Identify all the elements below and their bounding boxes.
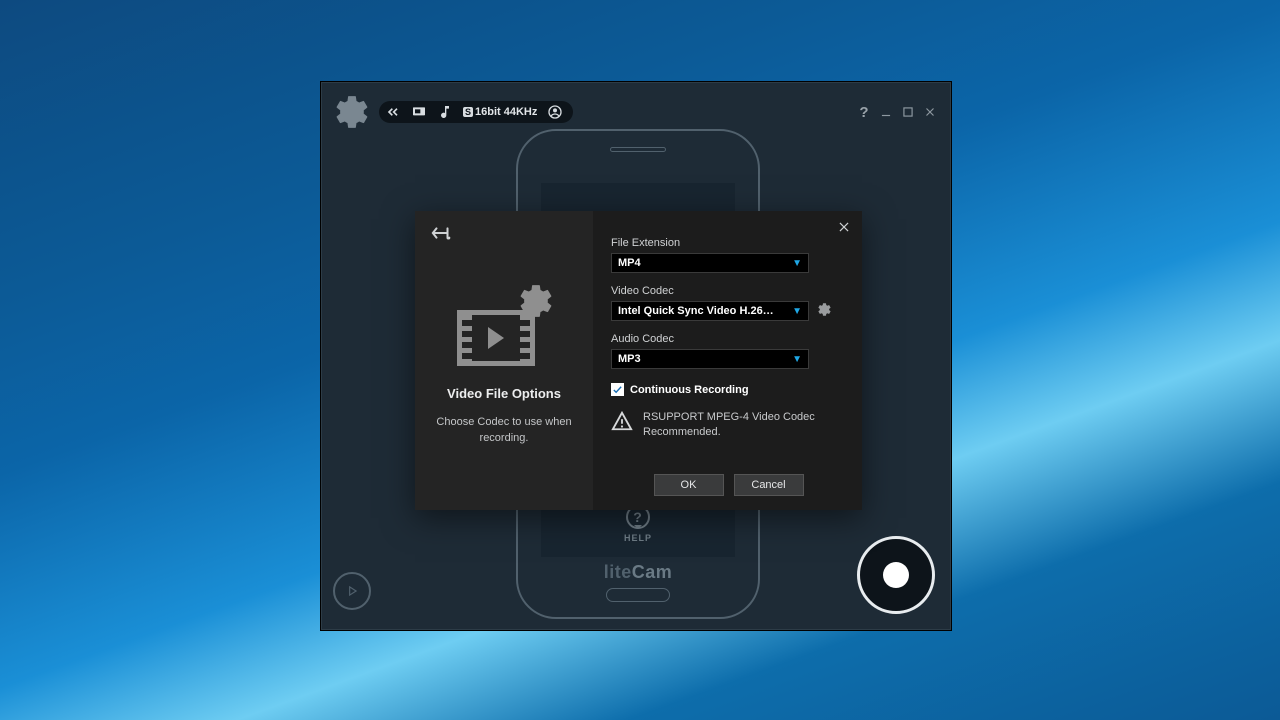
dialog-button-row: OK Cancel	[611, 462, 846, 496]
video-codec-field: Video Codec Intel Quick Sync Video H.26……	[611, 285, 846, 321]
dialog-close-button[interactable]	[837, 220, 851, 237]
video-codec-label: Video Codec	[611, 285, 846, 297]
phone-speaker-icon	[610, 147, 666, 152]
record-button[interactable]	[857, 536, 935, 614]
close-button[interactable]	[919, 101, 941, 123]
toolbar: S16bit 44KHz ?	[331, 92, 941, 132]
maximize-button[interactable]	[897, 101, 919, 123]
brand-label: liteCam	[604, 562, 673, 583]
back-button[interactable]	[431, 225, 453, 244]
audio-badge: S	[463, 107, 473, 117]
continuous-recording-checkbox[interactable]: Continuous Recording	[611, 383, 846, 396]
continuous-recording-label: Continuous Recording	[630, 384, 749, 396]
file-extension-value: MP4	[618, 257, 641, 269]
dialog-title: Video File Options	[447, 386, 561, 401]
file-extension-label: File Extension	[611, 237, 846, 249]
video-codec-select[interactable]: Intel Quick Sync Video H.26… ▼	[611, 301, 809, 321]
video-options-icon	[457, 286, 551, 366]
dialog-right-panel: File Extension MP4 ▼ Video Codec Intel Q…	[593, 211, 862, 510]
phone-home-icon	[606, 588, 670, 602]
dialog-left-panel: Video File Options Choose Codec to use w…	[415, 211, 593, 510]
audio-codec-field: Audio Codec MP3 ▼	[611, 333, 846, 369]
codec-recommendation-note: RSUPPORT MPEG-4 Video Codec Recommended.	[611, 410, 846, 440]
chevron-down-icon: ▼	[792, 258, 802, 269]
video-codec-value: Intel Quick Sync Video H.26…	[618, 305, 774, 317]
file-extension-select[interactable]: MP4 ▼	[611, 253, 809, 273]
video-codec-settings-button[interactable]	[817, 302, 832, 320]
profile-icon[interactable]	[547, 104, 563, 120]
checkbox-icon	[611, 383, 624, 396]
codec-recommendation-text: RSUPPORT MPEG-4 Video Codec Recommended.	[643, 410, 846, 440]
minimize-button[interactable]	[875, 101, 897, 123]
chevrons-left-icon[interactable]	[385, 104, 401, 120]
help-label: HELP	[624, 533, 652, 543]
audio-codec-select[interactable]: MP3 ▼	[611, 349, 809, 369]
ok-button[interactable]: OK	[654, 474, 724, 496]
dialog-subtitle: Choose Codec to use when recording.	[431, 415, 577, 447]
video-file-options-dialog: Video File Options Choose Codec to use w…	[415, 211, 862, 510]
cancel-button[interactable]: Cancel	[734, 474, 804, 496]
chevron-down-icon: ▼	[792, 354, 802, 365]
status-pill[interactable]: S16bit 44KHz	[379, 101, 573, 123]
music-note-icon[interactable]	[437, 104, 453, 120]
play-button[interactable]	[333, 572, 371, 610]
screen-icon[interactable]	[411, 104, 427, 120]
chevron-down-icon: ▼	[792, 306, 802, 317]
audio-codec-label: Audio Codec	[611, 333, 846, 345]
audio-codec-value: MP3	[618, 353, 641, 365]
help-button-phone[interactable]: ? HELP	[608, 505, 668, 543]
help-button[interactable]: ?	[853, 101, 875, 123]
warning-icon	[611, 410, 633, 440]
file-extension-field: File Extension MP4 ▼	[611, 237, 846, 273]
settings-gear-icon[interactable]	[331, 91, 373, 133]
audio-format-label: S16bit 44KHz	[463, 106, 537, 118]
